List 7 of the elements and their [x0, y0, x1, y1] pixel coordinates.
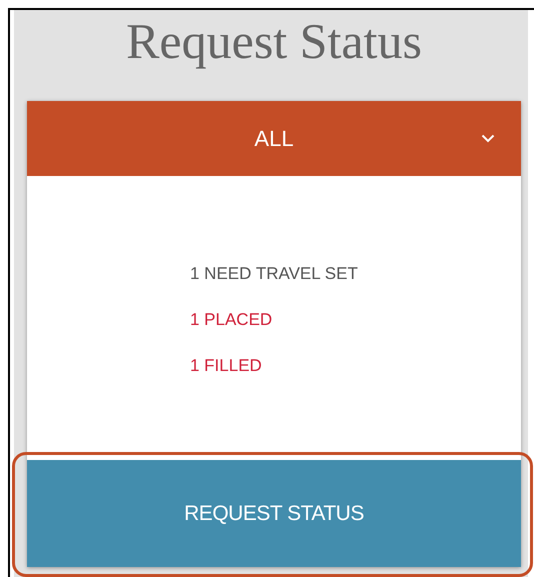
- filter-dropdown[interactable]: ALL: [27, 101, 521, 176]
- status-count: 1 NEED TRAVEL SET: [190, 263, 359, 285]
- request-status-button[interactable]: REQUEST STATUS: [27, 460, 521, 567]
- chevron-down-icon: [481, 134, 495, 143]
- status-count: 1 PLACED: [190, 309, 274, 331]
- status-count: 1 FILLED: [190, 355, 263, 377]
- page-title: Request Status: [125, 12, 423, 70]
